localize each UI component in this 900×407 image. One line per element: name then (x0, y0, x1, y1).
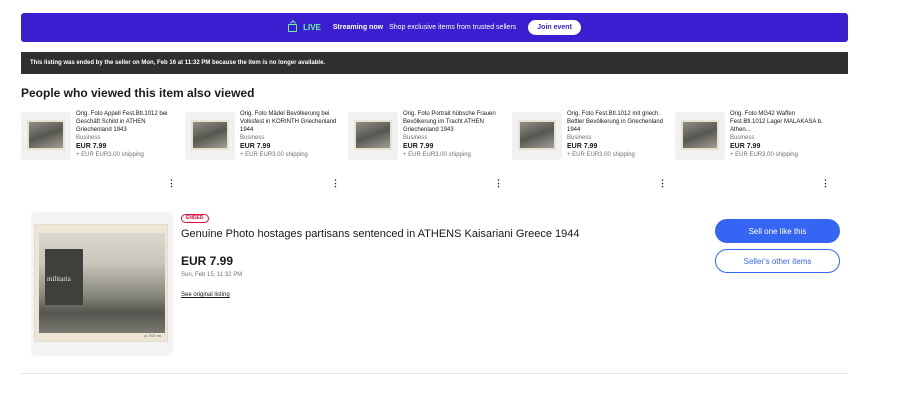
divider (21, 373, 848, 374)
rec-item-price: EUR 7.99 (730, 143, 761, 150)
rec-item-title[interactable]: Orig. Foto Portrait hübsche Frauen Bevöl… (403, 110, 503, 134)
more-vertical-icon[interactable]: ⋮ (494, 179, 503, 188)
rec-item-image[interactable] (185, 112, 235, 160)
rec-item-image[interactable] (348, 112, 398, 160)
rec-item-image[interactable] (21, 112, 71, 160)
rec-item-shipping: + EUR EUR3.00 shipping (730, 152, 798, 158)
live-label: LIVE (303, 23, 321, 32)
rec-item-title[interactable]: Orig. Foto Appell Fest.Btl.1012 bei Gesc… (76, 110, 176, 134)
rec-item-condition: Business (730, 135, 755, 141)
listing-ended-notice: This listing was ended by the seller on … (21, 52, 848, 74)
rec-item-price: EUR 7.99 (240, 143, 271, 150)
rec-item-shipping: + EUR EUR3.00 shipping (76, 152, 144, 158)
live-banner-message: Shop exclusive items from trusted seller… (389, 24, 517, 31)
rec-item-image[interactable] (512, 112, 562, 160)
rec-item[interactable]: Orig. Foto Mädel Bevölkerung bei Volksfe… (185, 110, 340, 188)
listing-price: EUR 7.99 (181, 254, 234, 268)
streaming-now-label: Streaming now (332, 24, 384, 31)
join-event-button[interactable]: Join event (528, 20, 581, 35)
rec-item[interactable]: Orig. Foto Portrait hübsche Frauen Bevöl… (348, 110, 503, 188)
listing-photo: militaria ca. 5x5 cm (34, 224, 168, 342)
rec-item-condition: Business (403, 135, 428, 141)
rec-item-condition: Business (567, 135, 592, 141)
rec-item-title[interactable]: Orig. Foto Mädel Bevölkerung bei Volksfe… (240, 110, 340, 134)
also-viewed-heading: People who viewed this item also viewed (21, 86, 255, 100)
more-vertical-icon[interactable]: ⋮ (658, 179, 667, 188)
image-watermark: militaria (47, 275, 71, 283)
rec-item[interactable]: Orig. Foto Appell Fest.Btl.1012 bei Gesc… (21, 110, 176, 188)
sellers-other-items-button[interactable]: Seller's other items (715, 249, 840, 273)
also-viewed-list: Orig. Foto Appell Fest.Btl.1012 bei Gesc… (21, 110, 848, 190)
image-caption: ca. 5x5 cm (143, 333, 161, 338)
listing-date: Sun, Feb 15, 11:32 PM (181, 272, 243, 278)
rec-item-title[interactable]: Orig. Foto Fest.Btl.1012 mit griech. Bet… (567, 110, 667, 134)
rec-item[interactable]: Orig. Foto Fest.Btl.1012 mit griech. Bet… (512, 110, 667, 188)
rec-item-title[interactable]: Orig. Foto MG42 Waffen Fest.Btl.1012 Lag… (730, 110, 830, 134)
more-vertical-icon[interactable]: ⋮ (167, 179, 176, 188)
rec-item-image[interactable] (675, 112, 725, 160)
listing-image[interactable]: militaria ca. 5x5 cm (31, 212, 173, 356)
see-original-listing-link[interactable]: See original listing (181, 292, 230, 298)
more-vertical-icon[interactable]: ⋮ (331, 179, 340, 188)
live-event-banner[interactable]: LIVE Streaming now Shop exclusive items … (21, 13, 848, 42)
rec-item-condition: Business (76, 135, 101, 141)
more-vertical-icon[interactable]: ⋮ (821, 179, 830, 188)
rec-item-shipping: + EUR EUR3.00 shipping (403, 152, 471, 158)
rec-item-condition: Business (240, 135, 265, 141)
listing-title: Genuine Photo hostages partisans sentenc… (181, 228, 580, 240)
live-tv-icon (288, 23, 298, 32)
rec-item[interactable]: Orig. Foto MG42 Waffen Fest.Btl.1012 Lag… (675, 110, 830, 188)
rec-item-price: EUR 7.99 (76, 143, 107, 150)
status-badge: ENDED (181, 214, 209, 223)
rec-item-price: EUR 7.99 (403, 143, 434, 150)
rec-item-shipping: + EUR EUR3.00 shipping (240, 152, 308, 158)
sell-one-like-this-button[interactable]: Sell one like this (715, 219, 840, 243)
rec-item-shipping: + EUR EUR3.00 shipping (567, 152, 635, 158)
rec-item-price: EUR 7.99 (567, 143, 598, 150)
